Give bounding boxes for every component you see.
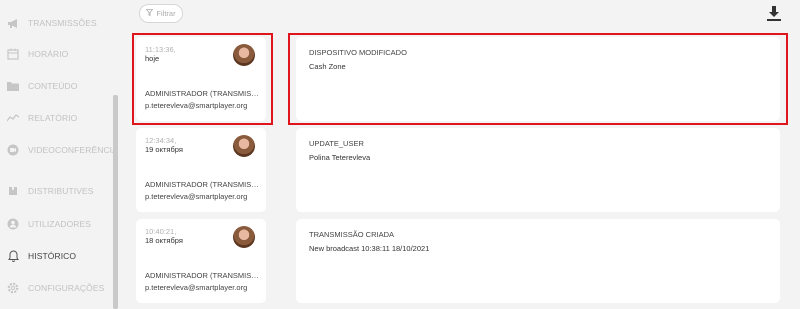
calendar-icon: [6, 47, 20, 61]
sidebar-item-distributives[interactable]: DISTRIBUTIVES: [6, 182, 94, 200]
event-time: 10:40:21,: [145, 227, 177, 236]
event-date: 18 октября: [145, 236, 183, 245]
sidebar-item-label: DISTRIBUTIVES: [28, 186, 94, 196]
event-title: TRANSMISSÃO CRIADA: [309, 230, 395, 239]
puzzle-icon: [6, 184, 20, 198]
video-icon: [6, 143, 20, 157]
sidebar-item-conteudo[interactable]: CONTEÚDO: [6, 77, 77, 95]
gear-icon: [6, 281, 20, 295]
history-user-card[interactable]: 10:40:21, 18 октября ADMINISTRADOR (TRAN…: [136, 219, 266, 303]
sidebar-item-label: UTILIZADORES: [28, 219, 92, 229]
sidebar-item-transmissoes[interactable]: TRANSMISSÕES: [6, 14, 97, 32]
folder-icon: [6, 79, 20, 93]
sidebar-item-label: HISTÓRICO: [28, 251, 77, 261]
history-event-card[interactable]: TRANSMISSÃO CRIADA New broadcast 10:38:1…: [296, 219, 780, 303]
sidebar-item-configuracoes[interactable]: CONFIGURAÇÕES: [6, 279, 104, 297]
bell-icon: [6, 249, 20, 263]
sidebar-item-label: HORÁRIO: [28, 49, 69, 59]
users-icon: [6, 217, 20, 231]
event-description: New broadcast 10:38:11 18/10/2021: [309, 244, 430, 253]
sidebar-item-label: RELATÓRIO: [28, 113, 78, 123]
user-email: p.teterevleva@smartplayer.org: [145, 283, 248, 292]
user-email: p.teterevleva@smartplayer.org: [145, 192, 248, 201]
trend-line-icon: [6, 111, 20, 125]
event-title: UPDATE_USER: [309, 139, 364, 148]
history-user-card[interactable]: 12:34:34, 19 октября ADMINISTRADOR (TRAN…: [136, 128, 266, 212]
history-event-card[interactable]: UPDATE_USER Polina Teterevleva: [296, 128, 780, 212]
event-time: 12:34:34,: [145, 136, 177, 145]
highlight-box: [132, 33, 273, 125]
sidebar: TRANSMISSÕES HORÁRIO CONTEÚDO RELATÓRIO …: [0, 0, 118, 309]
sidebar-item-horario[interactable]: HORÁRIO: [6, 45, 68, 63]
download-icon[interactable]: [767, 6, 781, 22]
user-name: ADMINISTRADOR (TRANSMISSÕES): [145, 180, 260, 189]
sidebar-item-label: TRANSMISSÕES: [28, 18, 97, 28]
avatar: [233, 135, 255, 157]
sidebar-item-label: CONFIGURAÇÕES: [28, 283, 105, 293]
funnel-icon: [146, 9, 154, 18]
sidebar-item-label: VIDEOCONFERÊNCIA: [28, 145, 118, 155]
avatar: [233, 226, 255, 248]
sidebar-item-relatorio[interactable]: RELATÓRIO: [6, 109, 77, 127]
event-description: Polina Teterevleva: [309, 153, 371, 162]
sidebar-item-utilizadores[interactable]: UTILIZADORES: [6, 215, 91, 233]
user-name: ADMINISTRADOR (TRANSMISSÕES): [145, 271, 260, 280]
event-date: 19 октября: [145, 145, 183, 154]
sidebar-item-historico[interactable]: HISTÓRICO: [6, 247, 76, 265]
filter-button[interactable]: Filtrar: [139, 4, 183, 23]
sidebar-scrollbar[interactable]: [113, 95, 118, 309]
sidebar-item-label: CONTEÚDO: [28, 81, 78, 91]
highlight-box: [288, 33, 788, 125]
sidebar-item-videoconferencia[interactable]: VIDEOCONFERÊNCIA: [6, 141, 118, 159]
megaphone-icon: [6, 16, 20, 30]
filter-label: Filtrar: [156, 9, 176, 18]
